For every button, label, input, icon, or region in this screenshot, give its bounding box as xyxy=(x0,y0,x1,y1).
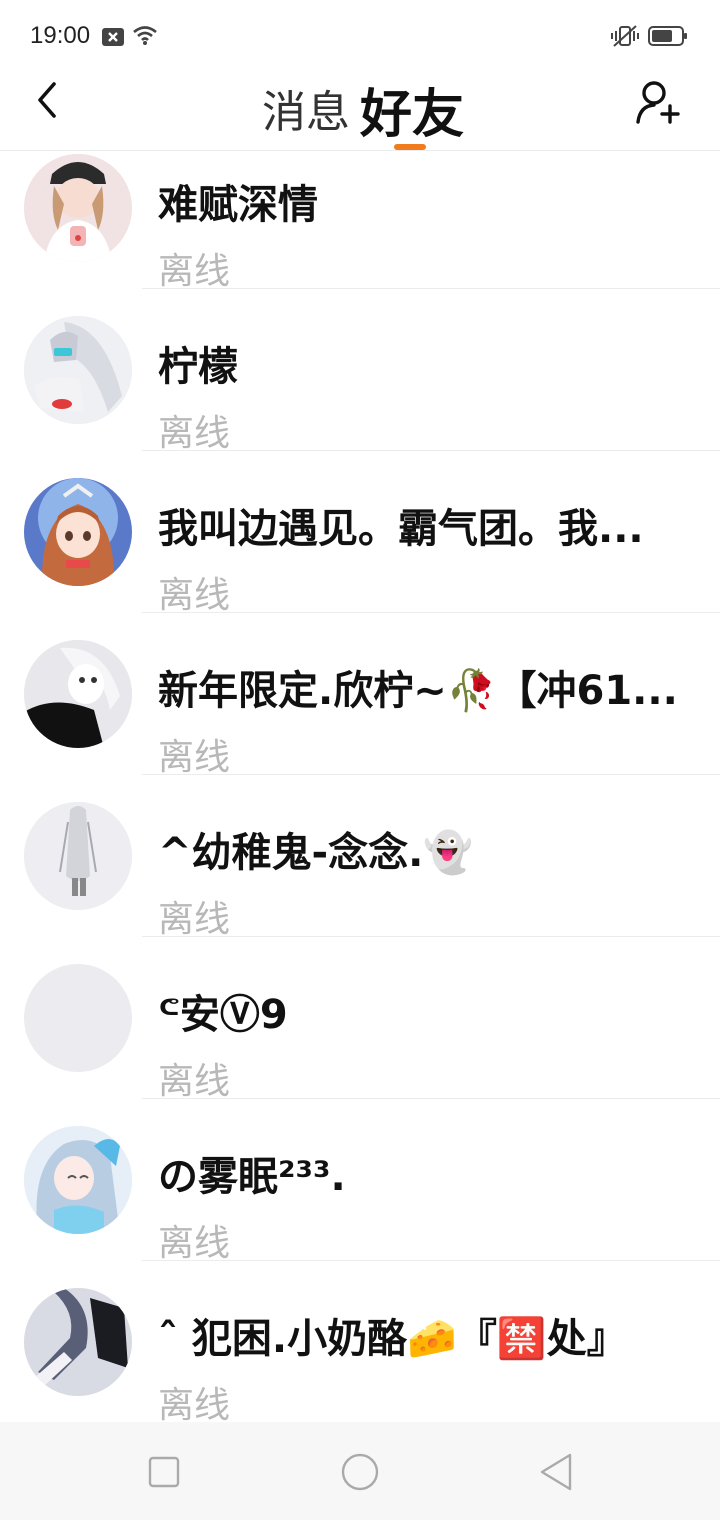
friend-name: 新年限定.欣柠~🥀【冲61... xyxy=(158,668,678,714)
status-time: 19:00 xyxy=(30,22,91,49)
friend-status: 离线 xyxy=(158,899,231,940)
friend-status: 离线 xyxy=(158,251,231,292)
avatar xyxy=(24,802,132,910)
row-divider xyxy=(142,774,720,775)
friend-name: ˆ 犯困.小奶酪🧀『🈲处』 xyxy=(158,1316,627,1362)
friend-row[interactable]: ᕪ安Ⓥ9 离线 xyxy=(0,960,720,1122)
friend-status: 离线 xyxy=(158,1223,231,1264)
friend-status: 离线 xyxy=(158,737,231,778)
status-bar: 19:00 xyxy=(0,0,720,70)
avatar xyxy=(24,640,132,748)
notification-x-icon xyxy=(102,28,124,50)
friend-row[interactable]: の雾眠²³³. 离线 xyxy=(0,1122,720,1284)
avatar xyxy=(24,478,132,586)
friend-list: 难赋深情 离线 柠檬 离线 我叫边遇见。霸气团。我... 离线 新年限定.欣柠~… xyxy=(0,150,720,1422)
row-divider xyxy=(142,288,720,289)
tab-messages[interactable]: 消息 xyxy=(262,76,350,156)
row-divider xyxy=(142,936,720,937)
avatar xyxy=(24,964,132,1072)
friend-status: 离线 xyxy=(158,575,231,616)
friend-name: 我叫边遇见。霸气团。我... xyxy=(158,506,644,552)
row-divider xyxy=(142,1098,720,1099)
friend-status: 离线 xyxy=(158,1385,231,1422)
friend-name: ^幼稚鬼-念念.👻 xyxy=(158,830,474,876)
circle-home-icon[interactable] xyxy=(340,1452,380,1496)
nav-bar: 消息 好友 xyxy=(0,70,720,151)
tab-friends[interactable]: 好友 xyxy=(360,72,464,152)
system-nav-bar xyxy=(0,1422,720,1520)
vibrate-icon xyxy=(610,24,640,52)
add-friend-button[interactable] xyxy=(634,78,682,126)
friend-row[interactable]: 柠檬 离线 xyxy=(0,312,720,474)
add-user-icon xyxy=(636,81,680,124)
avatar xyxy=(24,1126,132,1234)
friend-row[interactable]: 难赋深情 离线 xyxy=(0,150,720,312)
back-button[interactable] xyxy=(26,78,70,122)
wifi-icon xyxy=(132,24,158,50)
friend-name: 难赋深情 xyxy=(158,182,318,228)
friend-name: 柠檬 xyxy=(158,344,238,390)
friend-row[interactable]: ˆ 犯困.小奶酪🧀『🈲处』 离线 xyxy=(0,1284,720,1422)
battery-icon xyxy=(648,26,688,50)
friend-name: ᕪ安Ⓥ9 xyxy=(158,992,288,1038)
friend-row[interactable]: ^幼稚鬼-念念.👻 离线 xyxy=(0,798,720,960)
row-divider xyxy=(142,1260,720,1261)
chevron-left-icon xyxy=(38,82,56,118)
friend-row[interactable]: 我叫边遇见。霸气团。我... 离线 xyxy=(0,474,720,636)
row-divider xyxy=(142,612,720,613)
avatar xyxy=(24,1288,132,1396)
triangle-back-icon[interactable] xyxy=(538,1452,574,1496)
avatar xyxy=(24,154,132,262)
avatar xyxy=(24,316,132,424)
row-divider xyxy=(142,450,720,451)
friend-status: 离线 xyxy=(158,1061,231,1102)
friend-row[interactable]: 新年限定.欣柠~🥀【冲61... 离线 xyxy=(0,636,720,798)
square-recent-icon[interactable] xyxy=(148,1456,180,1492)
friend-name: の雾眠²³³. xyxy=(158,1154,346,1200)
friend-status: 离线 xyxy=(158,413,231,454)
